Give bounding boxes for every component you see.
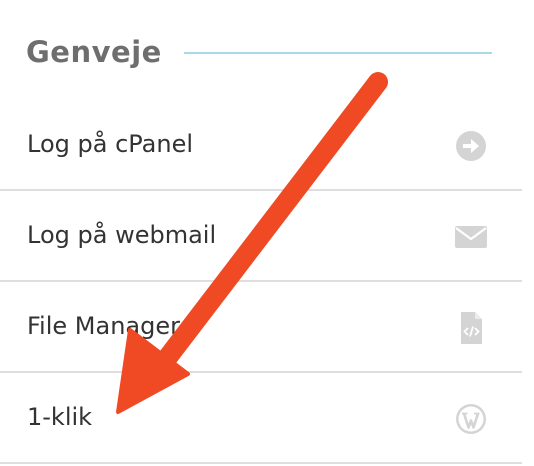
shortcut-cpanel-login[interactable]: Log på cPanel bbox=[0, 100, 522, 191]
section-title: Genveje bbox=[26, 35, 162, 69]
shortcut-label: 1-klik bbox=[27, 403, 93, 431]
shortcut-label: Log på cPanel bbox=[27, 130, 194, 158]
shortcut-one-click-install[interactable]: 1-klik bbox=[0, 373, 522, 464]
shortcuts-panel: Genveje Log på cPanel Log på webmail Fil… bbox=[0, 0, 534, 466]
shortcut-label: File Manager bbox=[27, 312, 180, 340]
section-title-underline bbox=[184, 52, 492, 54]
envelope-icon bbox=[453, 219, 489, 255]
shortcut-list: Log på cPanel Log på webmail File Manage… bbox=[0, 100, 522, 464]
shortcut-file-manager[interactable]: File Manager bbox=[0, 282, 522, 373]
shortcut-label: Log på webmail bbox=[27, 221, 217, 249]
shortcut-webmail-login[interactable]: Log på webmail bbox=[0, 191, 522, 282]
arrow-right-circle-icon bbox=[453, 128, 489, 164]
code-file-icon bbox=[453, 310, 489, 346]
wordpress-icon bbox=[453, 401, 489, 437]
section-header: Genveje bbox=[0, 0, 522, 100]
